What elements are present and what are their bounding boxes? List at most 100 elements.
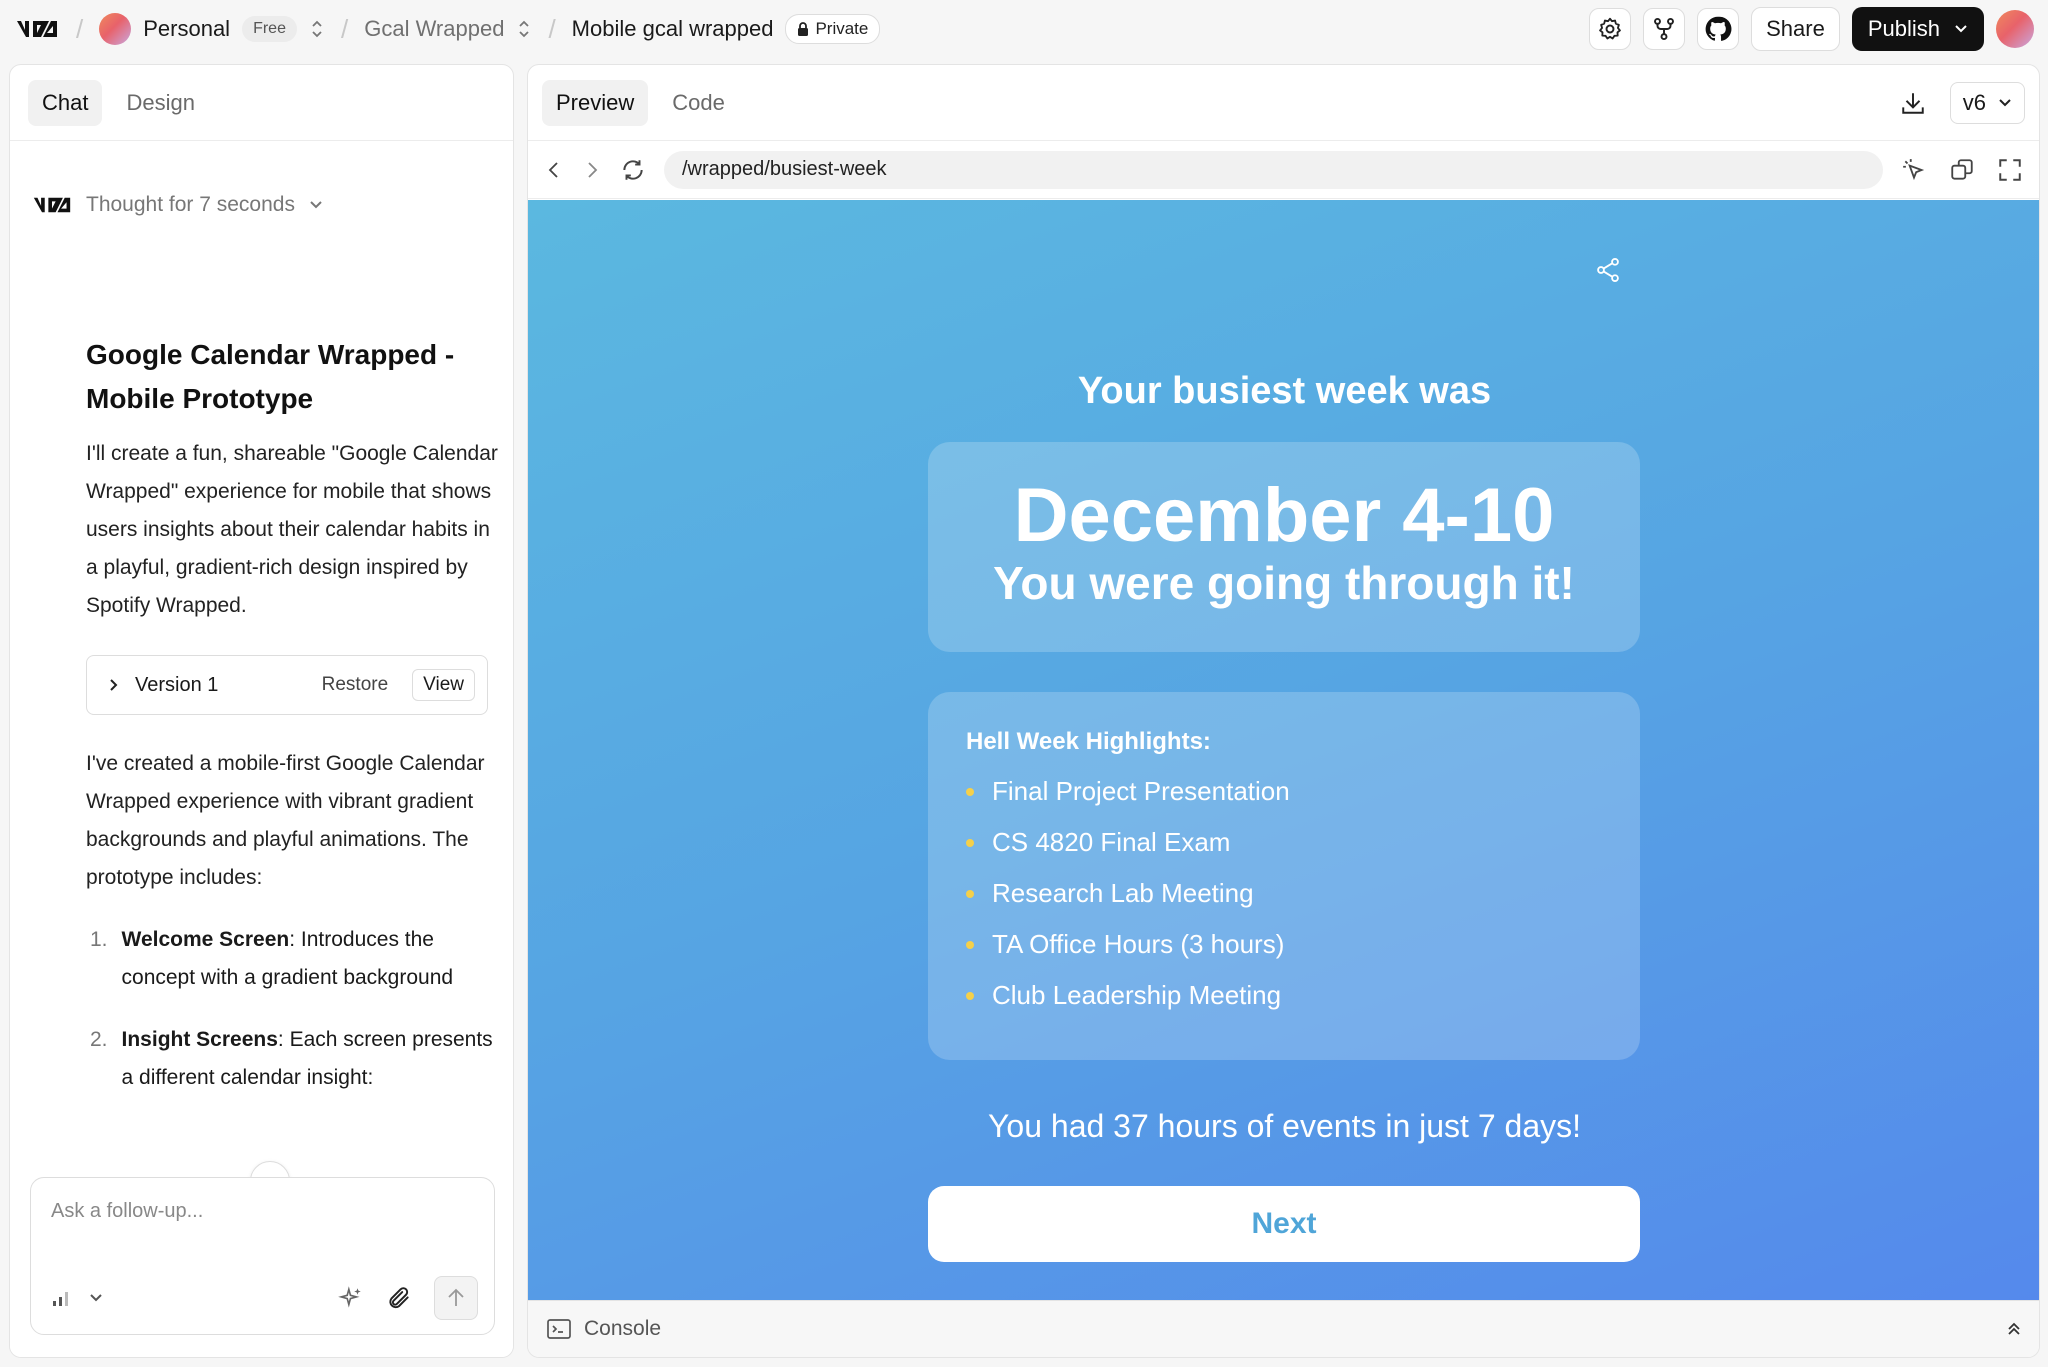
list-item-title: Welcome Screen <box>121 928 290 951</box>
share-button[interactable]: Share <box>1751 7 1840 51</box>
chevron-updown-icon <box>312 20 322 38</box>
list-number: 1. <box>90 928 108 951</box>
chevron-down-icon <box>1955 25 1967 33</box>
highlights-title: Hell Week Highlights: <box>966 728 1211 755</box>
model-selector[interactable] <box>51 1288 103 1308</box>
highlight-text: Research Lab Meeting <box>992 878 1254 908</box>
bullet-icon <box>966 787 974 796</box>
github-button[interactable] <box>1697 8 1740 50</box>
github-icon <box>1705 16 1732 41</box>
next-button[interactable]: Next <box>928 1186 1640 1262</box>
date-range: December 4-10 <box>1013 473 1555 558</box>
publish-label: Publish <box>1867 16 1940 41</box>
share-icon[interactable] <box>1594 256 1622 284</box>
app-preview: Your busiest week was December 4-10 You … <box>528 200 2039 1302</box>
chat-composer[interactable]: Ask a follow-up... <box>30 1177 495 1335</box>
events-summary: You had 37 hours of events in just 7 day… <box>988 1108 1581 1144</box>
list-item: Final Project Presentation <box>966 766 1602 817</box>
fullscreen-icon[interactable] <box>1997 157 2023 183</box>
breadcrumb-separator: / <box>548 13 556 44</box>
breadcrumb-separator: / <box>76 13 84 44</box>
bullet-icon <box>966 889 974 898</box>
settings-button[interactable] <box>1589 8 1632 50</box>
thought-toggle[interactable]: Thought for 7 seconds <box>32 193 323 217</box>
message-followup-block: I've created a mobile-first Google Calen… <box>86 745 506 1097</box>
list-item-title: Insight Screens <box>121 1028 278 1051</box>
list-item: Research Lab Meeting <box>966 868 1602 919</box>
plan-badge: Free <box>242 16 297 42</box>
bullet-icon <box>966 838 974 847</box>
chevron-updown-icon <box>519 20 530 38</box>
back-icon[interactable] <box>544 160 564 180</box>
workspace-name: Personal <box>143 16 231 41</box>
chevrons-up-icon[interactable] <box>2005 1320 2023 1338</box>
list-item: 1. Welcome Screen: Introduces the concep… <box>90 921 506 997</box>
message-heading: Google Calendar Wrapped - Mobile Prototy… <box>86 339 455 414</box>
highlight-text: CS 4820 Final Exam <box>992 827 1231 857</box>
sparkle-icon[interactable] <box>338 1285 364 1311</box>
visibility-label: Private <box>815 19 869 38</box>
bullet-icon <box>966 991 974 1000</box>
restore-button[interactable]: Restore <box>322 674 389 696</box>
version-select[interactable]: v6 <box>1949 81 2025 124</box>
url-input[interactable]: /wrapped/busiest-week <box>664 150 1883 189</box>
visibility-badge[interactable]: Private <box>785 14 881 44</box>
v0-avatar-icon <box>33 197 71 213</box>
version-label: Version 1 <box>135 673 219 696</box>
message-followup: I've created a mobile-first Google Calen… <box>86 752 485 889</box>
send-button[interactable] <box>434 1276 478 1320</box>
tab-preview[interactable]: Preview <box>542 79 649 126</box>
list-item: TA Office Hours (3 hours) <box>966 919 1602 970</box>
project-name: Gcal Wrapped <box>364 16 505 41</box>
chat-title[interactable]: Mobile gcal wrapped Private <box>572 14 881 44</box>
project-switcher[interactable]: Gcal Wrapped <box>364 16 532 42</box>
bullet-icon <box>966 940 974 949</box>
forward-icon[interactable] <box>582 160 602 180</box>
list-item: 2. Insight Screens: Each screen presents… <box>90 1021 506 1097</box>
chat-panel: Chat Design Thought for 7 seconds Google… <box>9 64 514 1358</box>
busiest-week-subtitle: You were going through it! <box>993 557 1575 609</box>
version-select-value: v6 <box>1962 89 1986 115</box>
new-tab-icon[interactable] <box>1949 157 1975 183</box>
refresh-icon[interactable] <box>620 157 646 183</box>
chat-panel-tabs: Chat Design <box>10 65 513 141</box>
preview-panel: Preview Code v6 /wrapped/busiest-week Yo… <box>527 64 2040 1358</box>
composer-input[interactable]: Ask a follow-up... <box>51 1200 203 1223</box>
thought-label: Thought for 7 seconds <box>86 193 295 216</box>
download-icon[interactable] <box>1900 90 1926 116</box>
version-card[interactable]: Version 1 Restore View <box>86 655 488 715</box>
top-bar: / Personal Free / Gcal Wrapped / Mobile … <box>0 0 2048 58</box>
chevron-down-icon <box>310 201 322 209</box>
highlights-card: Hell Week Highlights: Final Project Pres… <box>928 692 1640 1060</box>
terminal-icon <box>547 1319 571 1339</box>
chevron-down-icon <box>90 1294 102 1302</box>
busiest-week-card: December 4-10 You were going through it! <box>928 442 1640 652</box>
chevron-right-icon <box>110 679 118 691</box>
lock-icon <box>798 22 809 36</box>
settings-icon <box>1599 17 1622 40</box>
view-button[interactable]: View <box>412 669 475 701</box>
select-element-icon[interactable] <box>1901 157 1927 183</box>
user-avatar[interactable] <box>1996 10 2034 48</box>
publish-button[interactable]: Publish <box>1851 7 1984 51</box>
preview-url-bar: /wrapped/busiest-week <box>528 141 2039 199</box>
console-bar[interactable]: Console <box>528 1300 2039 1357</box>
console-label: Console <box>584 1317 662 1340</box>
highlight-text: Final Project Presentation <box>992 776 1290 806</box>
workspace-switcher[interactable]: Personal Free <box>99 13 325 45</box>
workspace-avatar <box>99 13 132 45</box>
fork-button[interactable] <box>1643 8 1686 50</box>
v0-logo-icon[interactable] <box>14 15 60 43</box>
preview-headline: Your busiest week was <box>1077 370 1492 412</box>
breadcrumb-separator: / <box>340 13 349 44</box>
tab-chat[interactable]: Chat <box>28 79 103 126</box>
list-item: Club Leadership Meeting <box>966 970 1602 1021</box>
list-number: 2. <box>90 1028 108 1051</box>
tab-code[interactable]: Code <box>658 80 739 126</box>
list-item: CS 4820 Final Exam <box>966 817 1602 868</box>
message-intro: I'll create a fun, shareable "Google Cal… <box>86 442 498 617</box>
paperclip-icon[interactable] <box>386 1285 412 1311</box>
fork-icon <box>1654 17 1675 41</box>
tab-design[interactable]: Design <box>112 80 208 126</box>
assistant-message: Google Calendar Wrapped - Mobile Prototy… <box>86 333 506 1121</box>
